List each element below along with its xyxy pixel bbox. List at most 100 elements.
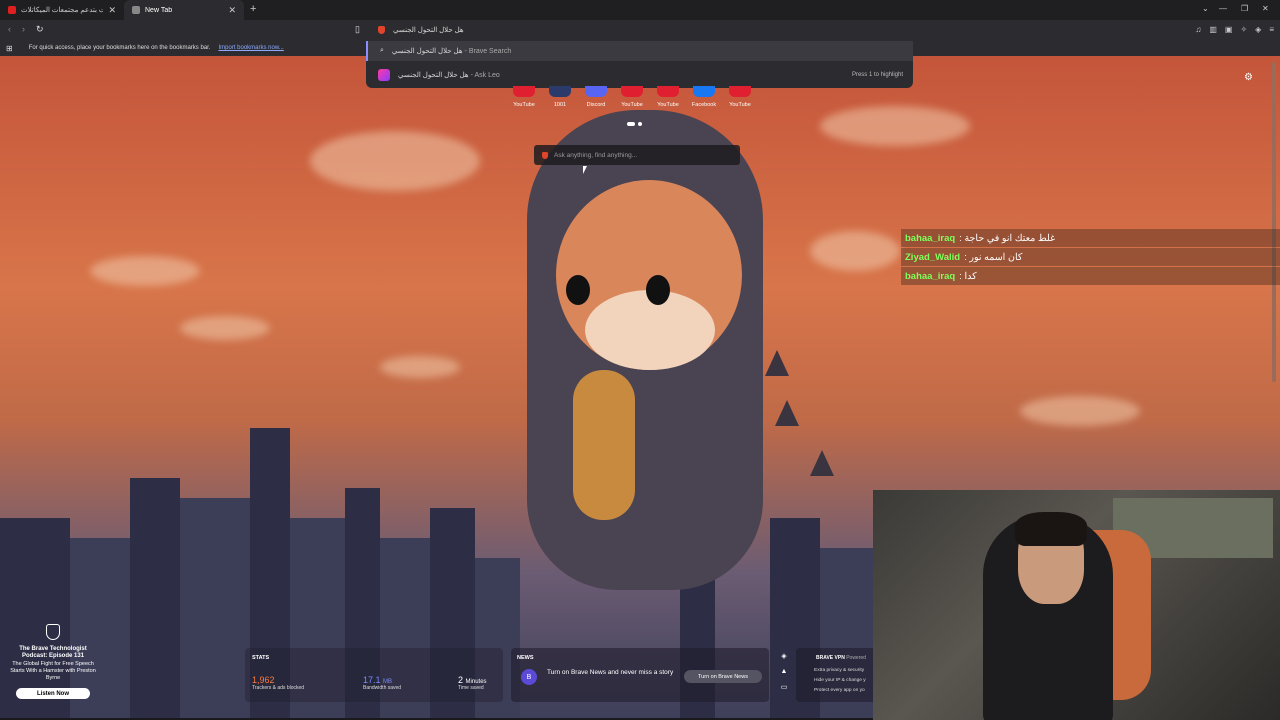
top-site-tile[interactable]: Discord	[585, 86, 607, 108]
stat-value: 1,962	[252, 675, 275, 685]
youtube-icon	[729, 86, 751, 97]
stats-widget: STATS 1,962 Trackers & ads blocked 17.1 …	[245, 648, 503, 702]
top-site-tile[interactable]: 1001	[549, 86, 571, 108]
brave-search-icon	[542, 151, 548, 159]
youtube-icon	[513, 86, 535, 97]
chat-text: : كدا	[959, 270, 977, 282]
omnibox-dropdown: ⌕ هل حلال التحول الجنسي - Brave Search ه…	[366, 40, 913, 88]
new-tab-icon[interactable]: +	[250, 3, 256, 15]
suggestion-ask-leo[interactable]: هل حلال التحول الجنسي - Ask Leo Press 1 …	[366, 65, 913, 85]
top-site-label: 1001	[553, 102, 567, 108]
suggestion-query: هل حلال التحول الجنسي	[398, 72, 469, 79]
bookmark-icon[interactable]: ▯	[355, 24, 360, 35]
vpn-widget: BRAVE VPN Powered Extra privacy & securi…	[796, 648, 874, 702]
bookmarks-message: For quick access, place your bookmarks h…	[28, 45, 211, 51]
close-tab-icon[interactable]: ✕	[228, 5, 236, 16]
stat-value: 2	[458, 675, 464, 685]
leo-icon	[378, 69, 390, 81]
widget-switcher: ◈ ▲ ▭	[776, 648, 792, 706]
top-site-label: YouTube	[657, 102, 679, 108]
stat-label: Trackers & ads blocked	[252, 685, 305, 691]
vpn-feature: Protect every app on yo	[814, 688, 865, 693]
suggestion-source: - Ask Leo	[470, 71, 500, 79]
webcam-overlay	[873, 490, 1280, 720]
sidebar-icon[interactable]: ▥	[1209, 25, 1217, 34]
close-tab-icon[interactable]: ✕	[108, 5, 116, 16]
stat-time: 2 Minutes Time saved	[458, 675, 487, 691]
top-site-label: YouTube	[729, 102, 751, 108]
wallet-icon[interactable]: ▣	[1225, 25, 1233, 34]
news-widget: NEWS B Turn on Brave News and never miss…	[511, 648, 769, 702]
suggestion-brave-search[interactable]: ⌕ هل حلال التحول الجنسي - Brave Search	[366, 41, 913, 61]
close-window-icon[interactable]: ✕	[1262, 4, 1269, 13]
vpn-powered: Powered	[846, 655, 866, 661]
top-site-label: YouTube	[513, 102, 535, 108]
vpn-feature: Extra privacy & security	[814, 668, 865, 673]
import-bookmarks-link[interactable]: Import bookmarks now...	[218, 45, 283, 51]
top-site-tile[interactable]: YouTube	[513, 86, 535, 108]
vpn-icon[interactable]: ◈	[1255, 25, 1261, 34]
top-site-tile[interactable]: YouTube	[621, 86, 643, 108]
stat-label: Bandwidth saved	[363, 685, 402, 691]
search-input[interactable]: Ask anything, find anything...	[534, 145, 740, 165]
restore-icon[interactable]: ❐	[1241, 4, 1248, 13]
top-site-tile[interactable]: YouTube	[657, 86, 679, 108]
site-icon	[549, 86, 571, 97]
peanut	[573, 370, 635, 520]
tab-youtube[interactable]: ليه الشركات بتدعم مجتمعات الميكاتلات ✕	[0, 0, 124, 20]
podcast-card: The Brave Technologist Podcast: Episode …	[8, 624, 98, 699]
forward-icon[interactable]: ›	[22, 24, 25, 34]
discord-icon	[585, 86, 607, 97]
top-site-tile[interactable]: Facebook	[691, 86, 717, 108]
address-bar[interactable]: هل حلال التحول الجنسي	[368, 21, 913, 39]
brave-shield-icon[interactable]	[378, 26, 385, 34]
media-icon[interactable]: ♫	[1195, 25, 1201, 34]
top-site-label: YouTube	[621, 102, 643, 108]
chat-message: bahaa_iraq : غلط معتك انو في حاجة	[901, 229, 1280, 247]
listen-now-button[interactable]: Listen Now	[16, 688, 90, 699]
gear-icon[interactable]: ⚙	[1244, 72, 1253, 83]
top-site-label: Facebook	[691, 102, 717, 108]
back-icon[interactable]: ‹	[8, 24, 11, 34]
suggestion-query: هل حلال التحول الجنسي	[391, 48, 463, 55]
top-site-tile[interactable]: YouTube	[729, 86, 751, 108]
rewards-icon[interactable]: ▲	[781, 668, 788, 675]
minimize-icon[interactable]: —	[1219, 4, 1227, 13]
turn-on-news-button[interactable]: Turn on Brave News	[684, 670, 762, 683]
stream-chat: bahaa_iraq : غلط معتك انو في حاجة Ziyad_…	[901, 229, 1280, 286]
chat-message: bahaa_iraq : كدا	[901, 267, 1280, 285]
youtube-icon	[657, 86, 679, 97]
vpn-shield-icon[interactable]: ◈	[781, 652, 786, 660]
brave-favicon-icon	[132, 6, 140, 14]
youtube-icon	[621, 86, 643, 97]
scrollbar[interactable]	[1272, 62, 1276, 382]
address-text[interactable]: هل حلال التحول الجنسي	[393, 26, 464, 34]
chat-username: bahaa_iraq	[905, 270, 956, 282]
leo-icon[interactable]: ✧	[1240, 25, 1247, 34]
search-icon: ⌕	[380, 47, 384, 54]
podcast-title: The Brave Technologist Podcast: Episode …	[19, 646, 87, 659]
reload-icon[interactable]: ↻	[36, 24, 44, 35]
tab-search-icon[interactable]: ⌄	[1202, 4, 1209, 13]
chat-username: bahaa_iraq	[905, 232, 956, 244]
suggestion-source: - Brave Search	[464, 47, 512, 55]
chat-text: : كان اسمه نور	[964, 251, 1023, 263]
pager-dot[interactable]	[638, 122, 642, 126]
card-icon[interactable]: ▭	[781, 683, 788, 691]
toolbar-icons: ♫ ▥ ▣ ✧ ◈ ≡	[1195, 25, 1274, 34]
mouse-cursor-icon	[583, 166, 587, 174]
chat-text: : غلط معتك انو في حاجة	[959, 232, 1056, 244]
apps-icon[interactable]: ⊞	[6, 44, 13, 53]
streamer-hair	[1015, 512, 1087, 546]
menu-icon[interactable]: ≡	[1269, 25, 1274, 34]
search-placeholder: Ask anything, find anything...	[554, 151, 638, 159]
stat-label: Time saved	[458, 685, 484, 691]
chat-username: Ziyad_Walid	[905, 251, 961, 263]
brave-lion-icon	[46, 624, 60, 640]
tab-title: New Tab	[145, 6, 173, 14]
tab-new-tab[interactable]: New Tab ✕	[124, 0, 244, 20]
pager-dot[interactable]	[627, 122, 635, 126]
news-header: NEWS	[517, 655, 534, 661]
top-sites-pager	[627, 122, 642, 126]
top-sites: YouTube 1001 Discord YouTube YouTube Fac…	[513, 86, 751, 108]
